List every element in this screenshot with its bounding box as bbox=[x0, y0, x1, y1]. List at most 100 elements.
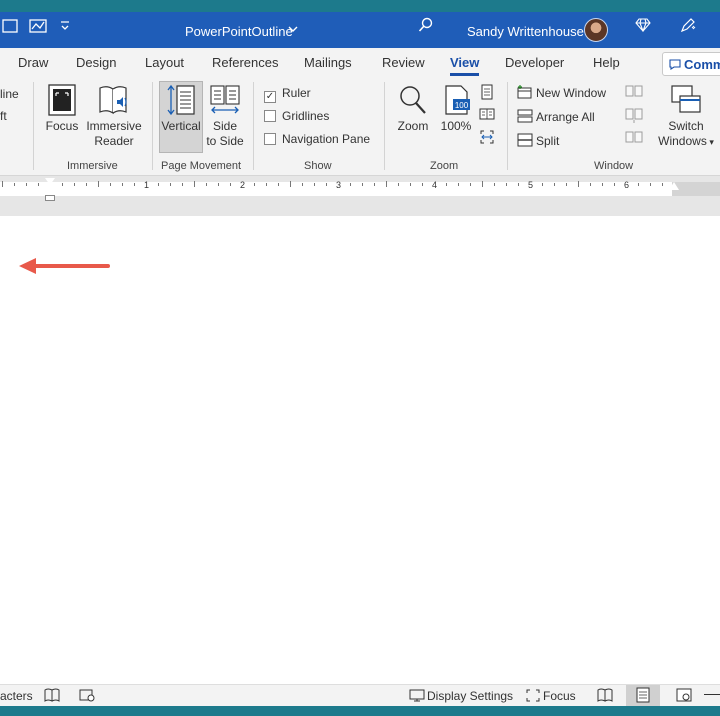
reset-window-position-button[interactable] bbox=[625, 130, 643, 147]
switch-windows-button[interactable]: Switch Windows ▾ bbox=[655, 84, 717, 150]
ruler-number: 5 bbox=[528, 180, 534, 190]
one-page-button[interactable] bbox=[479, 84, 495, 103]
group-label-page-movement: Page Movement bbox=[161, 160, 242, 172]
split-button[interactable]: Split bbox=[517, 133, 559, 148]
outline-button[interactable]: line bbox=[0, 87, 19, 101]
gridlines-checkbox[interactable]: Gridlines bbox=[264, 109, 329, 123]
ruler-checkbox[interactable]: ✓ Ruler bbox=[264, 86, 311, 103]
ruler-tick bbox=[374, 183, 375, 186]
new-window-button[interactable]: New Window bbox=[517, 85, 606, 100]
separator bbox=[253, 82, 254, 170]
ruler-tick bbox=[62, 183, 63, 186]
ruler-tick bbox=[38, 183, 39, 186]
red-arrow-annotation bbox=[19, 258, 110, 274]
accessibility-icon[interactable] bbox=[79, 688, 95, 705]
document-title[interactable]: PowerPointOutline bbox=[185, 24, 293, 39]
immersive-reader-button[interactable]: Immersive Reader bbox=[84, 84, 144, 149]
word-window: PowerPointOutline Sandy Writtenhouse Dra… bbox=[0, 0, 720, 716]
group-label-window: Window bbox=[594, 160, 634, 172]
ruler-tick bbox=[590, 183, 591, 186]
side-to-side-icon bbox=[210, 85, 240, 114]
ruler-tick bbox=[2, 181, 3, 187]
display-settings-button[interactable]: Display Settings bbox=[409, 689, 513, 703]
zoom-button[interactable]: Zoom bbox=[393, 84, 433, 134]
ruler-tick bbox=[614, 183, 615, 186]
tab-references[interactable]: References bbox=[212, 55, 278, 70]
synchronous-scrolling-button[interactable] bbox=[625, 107, 643, 126]
switch-windows-icon bbox=[671, 85, 701, 113]
ruler-tick bbox=[86, 183, 87, 186]
zoom-100-button[interactable]: 100 100% bbox=[437, 84, 475, 134]
multiple-pages-icon bbox=[479, 108, 495, 120]
ruler-tick bbox=[386, 181, 387, 187]
tab-developer[interactable]: Developer bbox=[505, 55, 564, 70]
ruler[interactable] bbox=[0, 176, 720, 216]
arrange-all-button[interactable]: Arrange All bbox=[517, 109, 595, 124]
zoom-label: Zoom bbox=[397, 119, 429, 133]
read-mode-icon[interactable] bbox=[597, 688, 613, 705]
chevron-down-icon[interactable] bbox=[288, 20, 298, 36]
ruler-tick bbox=[554, 183, 555, 186]
diamond-icon[interactable] bbox=[635, 18, 651, 35]
view-side-by-side-button[interactable] bbox=[625, 84, 643, 101]
document-page[interactable] bbox=[0, 216, 720, 684]
ruler-tick bbox=[482, 181, 483, 187]
vertical-page-icon bbox=[167, 84, 195, 116]
comment-icon bbox=[669, 59, 681, 71]
first-line-indent-marker[interactable] bbox=[45, 178, 55, 185]
focus-status-button[interactable]: Focus bbox=[526, 689, 576, 703]
tab-review[interactable]: Review bbox=[382, 55, 425, 70]
tab-layout[interactable]: Layout bbox=[145, 55, 184, 70]
side-to-side-button[interactable]: Side to Side bbox=[204, 84, 246, 149]
focus-icon bbox=[48, 84, 76, 116]
side-to-side-label-2: to Side bbox=[206, 134, 244, 148]
tab-design[interactable]: Design bbox=[76, 55, 116, 70]
title-bar: PowerPointOutline Sandy Writtenhouse bbox=[0, 0, 720, 48]
split-icon bbox=[517, 133, 533, 147]
multiple-pages-button[interactable] bbox=[479, 107, 495, 124]
hanging-indent-marker[interactable] bbox=[45, 188, 55, 195]
zoom-100-icon: 100 bbox=[445, 85, 470, 115]
ruler-label: Ruler bbox=[282, 86, 311, 100]
zoom-slider-track[interactable] bbox=[704, 694, 720, 695]
user-name[interactable]: Sandy Writtenhouse bbox=[467, 24, 584, 39]
left-indent-marker[interactable] bbox=[45, 195, 55, 201]
ruler-tick bbox=[398, 183, 399, 186]
save-icon[interactable] bbox=[2, 19, 18, 36]
page-width-button[interactable] bbox=[479, 130, 495, 147]
print-layout-button[interactable] bbox=[626, 685, 660, 706]
ruler-tick bbox=[326, 183, 327, 186]
ruler-tick bbox=[170, 183, 171, 186]
ruler-tick bbox=[14, 183, 15, 186]
read-aloud-icon[interactable] bbox=[44, 688, 60, 705]
taskbar-edge bbox=[0, 706, 720, 716]
ruler-tick bbox=[410, 183, 411, 186]
email-icon[interactable] bbox=[29, 19, 47, 36]
group-label-show: Show bbox=[304, 160, 332, 172]
ruler-tick bbox=[74, 183, 75, 186]
search-icon[interactable] bbox=[418, 17, 434, 36]
right-indent-marker[interactable] bbox=[669, 182, 679, 190]
monitor-icon bbox=[409, 689, 425, 702]
switch-windows-label-2: Windows bbox=[658, 134, 707, 148]
ruler-tick bbox=[662, 183, 663, 186]
web-layout-icon[interactable] bbox=[676, 688, 692, 705]
ruler-tick bbox=[446, 183, 447, 186]
tab-view[interactable]: View bbox=[450, 55, 480, 76]
focus-button[interactable]: Focus bbox=[42, 84, 82, 134]
status-bar: acters Display Settings Focus bbox=[0, 684, 720, 706]
comments-button[interactable]: Comm bbox=[662, 52, 720, 76]
navigation-pane-checkbox[interactable]: Navigation Pane bbox=[264, 132, 370, 146]
pen-icon[interactable] bbox=[680, 17, 696, 36]
group-label-zoom: Zoom bbox=[430, 160, 459, 172]
avatar[interactable] bbox=[584, 18, 608, 42]
draft-button[interactable]: ft bbox=[0, 109, 7, 123]
vertical-button[interactable]: Vertical bbox=[159, 84, 203, 134]
ruler-tick bbox=[506, 183, 507, 186]
new-window-icon bbox=[517, 85, 532, 99]
tab-draw[interactable]: Draw bbox=[18, 55, 48, 70]
tab-help[interactable]: Help bbox=[593, 55, 620, 70]
tab-mailings[interactable]: Mailings bbox=[304, 55, 352, 70]
customize-toolbar-icon[interactable] bbox=[60, 18, 70, 34]
character-count[interactable]: acters bbox=[0, 689, 33, 703]
